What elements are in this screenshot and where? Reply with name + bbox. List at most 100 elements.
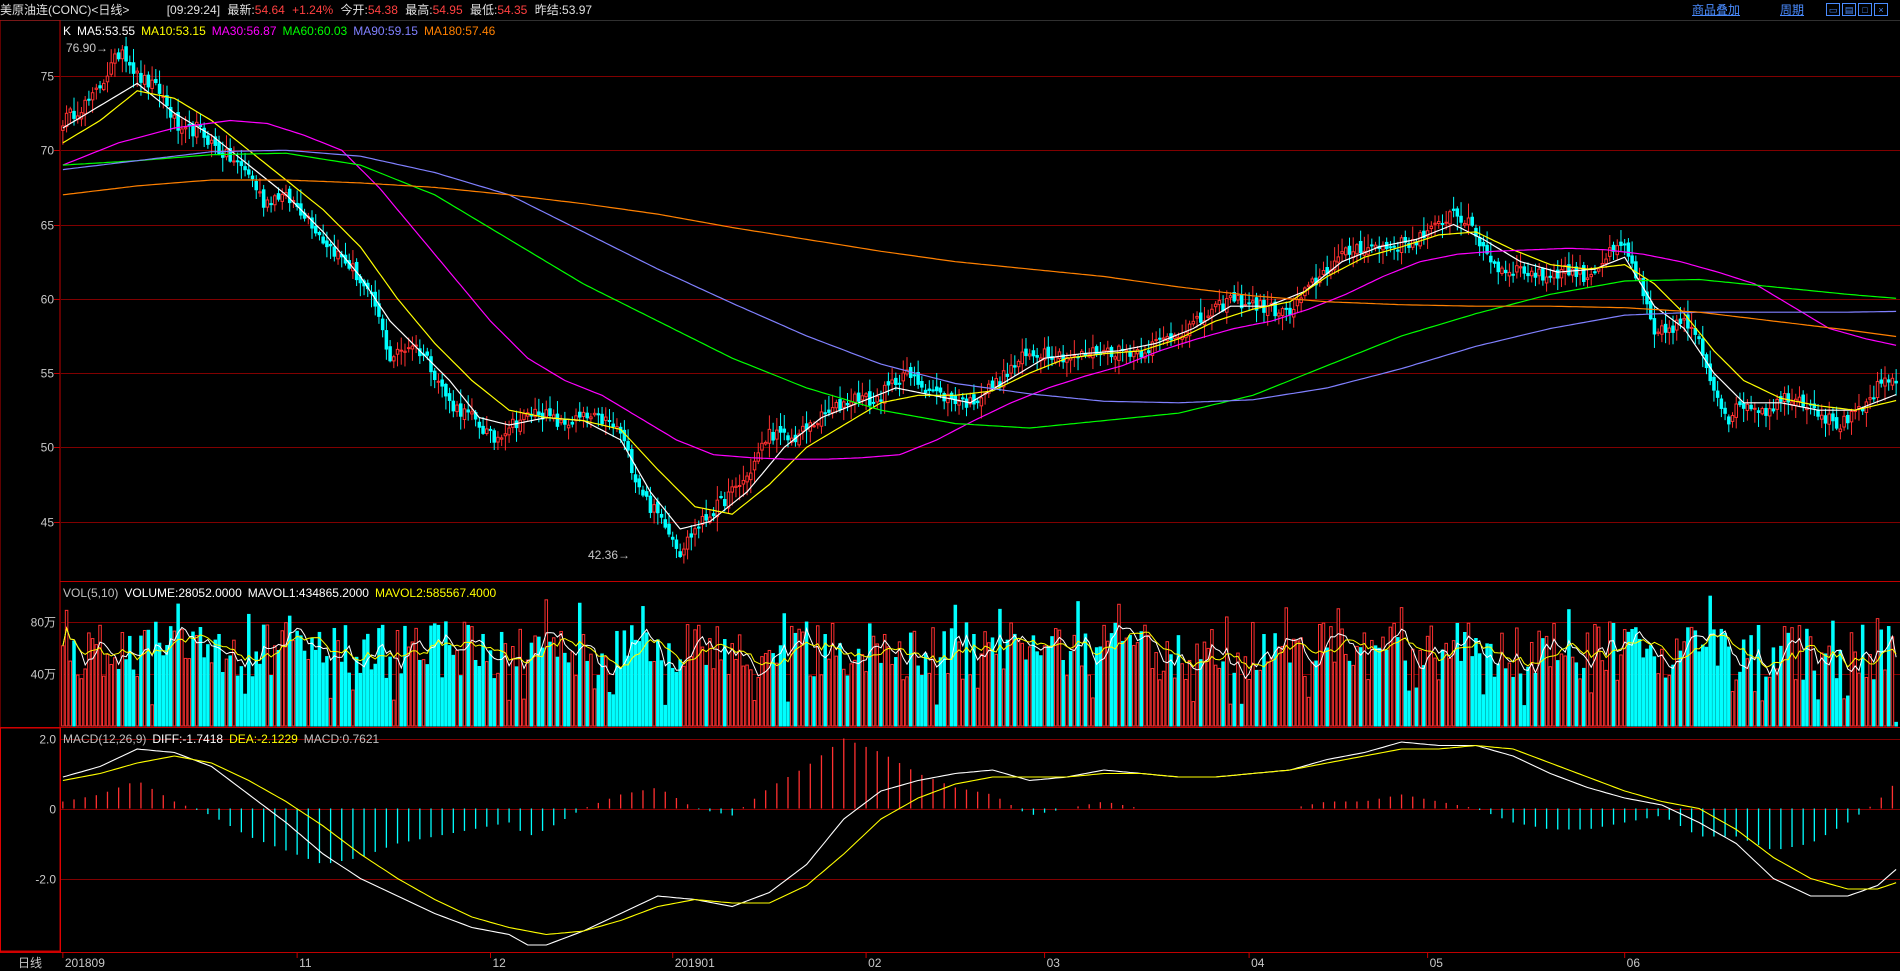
candle-body (1727, 416, 1731, 425)
candle-up (830, 394, 835, 419)
candle-down (1284, 301, 1289, 321)
volume-bar (838, 643, 842, 727)
candle-body (1206, 315, 1210, 318)
candle-down (771, 422, 775, 445)
candle-body (313, 225, 318, 234)
candle-down (577, 402, 582, 422)
volume-bar (496, 672, 500, 727)
volume-bar (611, 694, 615, 727)
volume-bar (1827, 645, 1831, 727)
candle-down (243, 152, 247, 177)
candle-body (198, 124, 203, 128)
volume-bar (894, 657, 898, 727)
volume-bar (719, 659, 723, 727)
candle-body (1106, 347, 1110, 352)
candle-up (1225, 290, 1229, 324)
volume-bar (146, 629, 151, 727)
volume-bar (1225, 616, 1229, 727)
candle-up (1277, 309, 1281, 325)
macd-tick-label: 0 (49, 803, 56, 817)
candle-down (176, 98, 180, 144)
price-tick-label: 45 (41, 516, 55, 530)
candle-down (1459, 202, 1463, 236)
volume-bar (258, 663, 262, 727)
volume-bar (864, 671, 868, 727)
maximize-icon[interactable]: □ (1858, 3, 1872, 16)
candle-up (752, 451, 757, 484)
candle-down (1816, 404, 1820, 421)
candle-body (723, 499, 727, 507)
candle-up (105, 62, 110, 93)
period-link[interactable]: 周期 (1780, 0, 1804, 20)
candle-body (1678, 318, 1683, 324)
candle-body (511, 418, 515, 428)
volume-bar (343, 625, 348, 727)
volume-bar (1366, 679, 1370, 727)
candle-up (1172, 332, 1177, 344)
candle-body (1243, 304, 1248, 307)
volume-bar (1570, 656, 1575, 727)
candle-body (830, 407, 835, 413)
volume-bar (1782, 626, 1787, 727)
candle-down (1630, 241, 1634, 268)
candle-down (1574, 261, 1579, 287)
candle-down (897, 374, 902, 397)
candle-body (183, 127, 188, 130)
volume-bar (183, 657, 188, 727)
candle-down (146, 71, 151, 100)
volume-bar (1251, 621, 1255, 727)
volume-bar (879, 662, 883, 727)
candle-body (1652, 318, 1657, 335)
candle-up (1265, 291, 1270, 326)
volume-bar (362, 639, 366, 727)
candle-up (410, 336, 415, 361)
volume-bar (1035, 651, 1039, 727)
volume-bar (366, 633, 370, 727)
candle-down (388, 340, 392, 363)
candle-up (1660, 319, 1664, 343)
candle-down (1128, 344, 1132, 363)
candle-down (1489, 242, 1493, 274)
candle-up (1608, 234, 1612, 262)
candle-down (384, 318, 389, 360)
tile-icon[interactable]: ▤ (1842, 3, 1856, 16)
candle-body (1544, 276, 1549, 284)
volume-bar (860, 654, 865, 727)
volume-bar (1013, 633, 1017, 727)
candle-down (674, 534, 679, 559)
candle-body (444, 383, 448, 397)
candle-up (455, 400, 459, 417)
volume-bar (1154, 652, 1158, 727)
candle-body (1526, 272, 1530, 277)
candle-body (961, 397, 965, 400)
candle-body (842, 401, 846, 408)
candle-down (871, 392, 876, 407)
volume-bar (1158, 679, 1162, 727)
candle-down (942, 391, 946, 410)
volume-bar (957, 641, 961, 727)
volume-bar (1775, 668, 1779, 727)
volume-bar (912, 630, 917, 727)
candle-body (1760, 408, 1765, 415)
candle-down (332, 234, 337, 262)
candle-down (908, 362, 913, 386)
restore-icon[interactable]: ▭ (1826, 3, 1840, 16)
candle-body (325, 240, 329, 248)
candle-down (1872, 385, 1876, 403)
candle-body (923, 389, 928, 394)
volume-bar (1169, 654, 1173, 727)
volume-bar (715, 626, 720, 727)
candle-body (663, 519, 668, 528)
macd-legend: MACD(12,26,9) DIFF:-1.7418 DEA:-2.1229 MACD… (63, 732, 379, 746)
kline-chart[interactable]: 75 70 65 60 55 50 45 80万 40万 2.0 0 -2.0 76.90→ 42.36→… (0, 20, 1900, 971)
candle-body (975, 400, 980, 404)
candle-body (864, 393, 868, 398)
volume-bar (1849, 632, 1854, 727)
candle-up (715, 486, 720, 532)
volume-bar (384, 677, 389, 727)
candle-body (1295, 299, 1300, 307)
candle-body (451, 400, 456, 412)
overlay-commodity-link[interactable]: 商品叠加 (1692, 0, 1740, 20)
close-icon[interactable]: × (1874, 3, 1888, 16)
volume-bar (1295, 640, 1300, 727)
